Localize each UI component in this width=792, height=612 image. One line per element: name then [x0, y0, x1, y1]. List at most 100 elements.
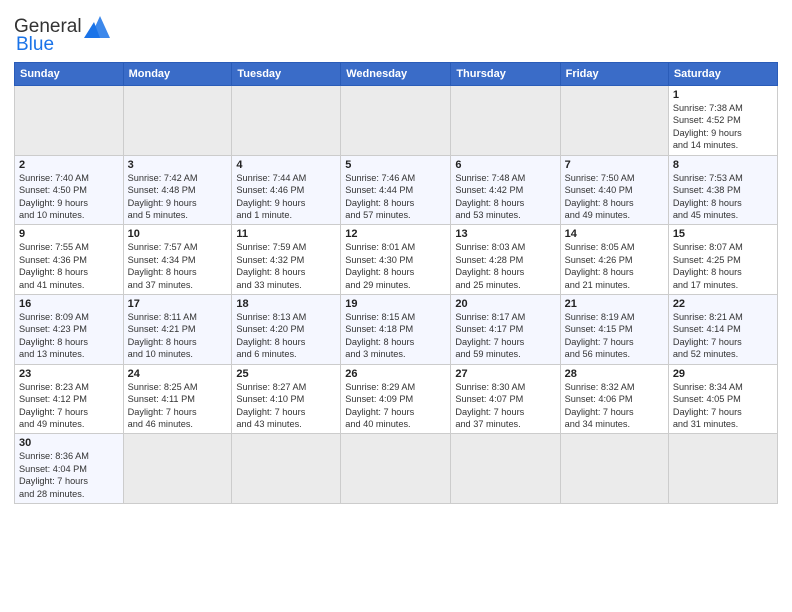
- day-info: Sunrise: 8:15 AM Sunset: 4:18 PM Dayligh…: [345, 311, 446, 361]
- calendar-cell: [232, 434, 341, 504]
- day-number: 16: [19, 298, 119, 310]
- day-number: 8: [673, 159, 773, 171]
- calendar-cell: 30Sunrise: 8:36 AM Sunset: 4:04 PM Dayli…: [15, 434, 124, 504]
- day-info: Sunrise: 7:38 AM Sunset: 4:52 PM Dayligh…: [673, 102, 773, 152]
- calendar-cell: 21Sunrise: 8:19 AM Sunset: 4:15 PM Dayli…: [560, 295, 668, 365]
- calendar-cell: 29Sunrise: 8:34 AM Sunset: 4:05 PM Dayli…: [668, 364, 777, 434]
- calendar-cell: 11Sunrise: 7:59 AM Sunset: 4:32 PM Dayli…: [232, 225, 341, 295]
- day-info: Sunrise: 8:19 AM Sunset: 4:15 PM Dayligh…: [565, 311, 664, 361]
- weekday-header-friday: Friday: [560, 63, 668, 86]
- day-number: 29: [673, 368, 773, 380]
- day-info: Sunrise: 8:11 AM Sunset: 4:21 PM Dayligh…: [128, 311, 228, 361]
- calendar-cell: 15Sunrise: 8:07 AM Sunset: 4:25 PM Dayli…: [668, 225, 777, 295]
- day-number: 5: [345, 159, 446, 171]
- calendar-week-6: 30Sunrise: 8:36 AM Sunset: 4:04 PM Dayli…: [15, 434, 778, 504]
- calendar-cell: 14Sunrise: 8:05 AM Sunset: 4:26 PM Dayli…: [560, 225, 668, 295]
- weekday-header-row: SundayMondayTuesdayWednesdayThursdayFrid…: [15, 63, 778, 86]
- day-number: 6: [455, 159, 555, 171]
- calendar-cell: [668, 434, 777, 504]
- day-number: 19: [345, 298, 446, 310]
- calendar-week-2: 2Sunrise: 7:40 AM Sunset: 4:50 PM Daylig…: [15, 155, 778, 225]
- calendar-cell: [341, 434, 451, 504]
- day-number: 26: [345, 368, 446, 380]
- calendar-week-5: 23Sunrise: 8:23 AM Sunset: 4:12 PM Dayli…: [15, 364, 778, 434]
- day-number: 24: [128, 368, 228, 380]
- day-info: Sunrise: 8:07 AM Sunset: 4:25 PM Dayligh…: [673, 241, 773, 291]
- day-number: 22: [673, 298, 773, 310]
- calendar-cell: [123, 86, 232, 156]
- calendar-cell: 26Sunrise: 8:29 AM Sunset: 4:09 PM Dayli…: [341, 364, 451, 434]
- calendar-cell: 23Sunrise: 8:23 AM Sunset: 4:12 PM Dayli…: [15, 364, 124, 434]
- day-info: Sunrise: 7:40 AM Sunset: 4:50 PM Dayligh…: [19, 172, 119, 222]
- day-info: Sunrise: 7:48 AM Sunset: 4:42 PM Dayligh…: [455, 172, 555, 222]
- day-info: Sunrise: 8:29 AM Sunset: 4:09 PM Dayligh…: [345, 381, 446, 431]
- calendar-cell: 28Sunrise: 8:32 AM Sunset: 4:06 PM Dayli…: [560, 364, 668, 434]
- calendar-cell: 2Sunrise: 7:40 AM Sunset: 4:50 PM Daylig…: [15, 155, 124, 225]
- calendar-cell: 25Sunrise: 8:27 AM Sunset: 4:10 PM Dayli…: [232, 364, 341, 434]
- day-info: Sunrise: 7:44 AM Sunset: 4:46 PM Dayligh…: [236, 172, 336, 222]
- calendar-cell: 3Sunrise: 7:42 AM Sunset: 4:48 PM Daylig…: [123, 155, 232, 225]
- calendar-cell: [451, 434, 560, 504]
- day-info: Sunrise: 8:36 AM Sunset: 4:04 PM Dayligh…: [19, 450, 119, 500]
- day-number: 28: [565, 368, 664, 380]
- day-number: 25: [236, 368, 336, 380]
- calendar-cell: 22Sunrise: 8:21 AM Sunset: 4:14 PM Dayli…: [668, 295, 777, 365]
- day-info: Sunrise: 7:57 AM Sunset: 4:34 PM Dayligh…: [128, 241, 228, 291]
- day-info: Sunrise: 7:53 AM Sunset: 4:38 PM Dayligh…: [673, 172, 773, 222]
- day-number: 1: [673, 89, 773, 101]
- weekday-header-saturday: Saturday: [668, 63, 777, 86]
- day-number: 21: [565, 298, 664, 310]
- day-info: Sunrise: 8:34 AM Sunset: 4:05 PM Dayligh…: [673, 381, 773, 431]
- weekday-header-monday: Monday: [123, 63, 232, 86]
- calendar-cell: [232, 86, 341, 156]
- day-number: 13: [455, 228, 555, 240]
- logo-blue-text: Blue: [16, 34, 54, 56]
- calendar-body: 1Sunrise: 7:38 AM Sunset: 4:52 PM Daylig…: [15, 86, 778, 504]
- day-info: Sunrise: 8:05 AM Sunset: 4:26 PM Dayligh…: [565, 241, 664, 291]
- day-info: Sunrise: 8:21 AM Sunset: 4:14 PM Dayligh…: [673, 311, 773, 361]
- calendar-week-3: 9Sunrise: 7:55 AM Sunset: 4:36 PM Daylig…: [15, 225, 778, 295]
- day-number: 3: [128, 159, 228, 171]
- day-number: 20: [455, 298, 555, 310]
- calendar-cell: [451, 86, 560, 156]
- day-info: Sunrise: 7:42 AM Sunset: 4:48 PM Dayligh…: [128, 172, 228, 222]
- calendar-cell: 18Sunrise: 8:13 AM Sunset: 4:20 PM Dayli…: [232, 295, 341, 365]
- calendar-cell: 13Sunrise: 8:03 AM Sunset: 4:28 PM Dayli…: [451, 225, 560, 295]
- day-info: Sunrise: 8:32 AM Sunset: 4:06 PM Dayligh…: [565, 381, 664, 431]
- day-number: 17: [128, 298, 228, 310]
- day-number: 7: [565, 159, 664, 171]
- day-info: Sunrise: 8:30 AM Sunset: 4:07 PM Dayligh…: [455, 381, 555, 431]
- day-info: Sunrise: 8:01 AM Sunset: 4:30 PM Dayligh…: [345, 241, 446, 291]
- calendar-header: SundayMondayTuesdayWednesdayThursdayFrid…: [15, 63, 778, 86]
- day-number: 9: [19, 228, 119, 240]
- day-info: Sunrise: 7:55 AM Sunset: 4:36 PM Dayligh…: [19, 241, 119, 291]
- calendar-cell: 20Sunrise: 8:17 AM Sunset: 4:17 PM Dayli…: [451, 295, 560, 365]
- day-info: Sunrise: 8:27 AM Sunset: 4:10 PM Dayligh…: [236, 381, 336, 431]
- calendar-cell: 9Sunrise: 7:55 AM Sunset: 4:36 PM Daylig…: [15, 225, 124, 295]
- calendar-cell: 7Sunrise: 7:50 AM Sunset: 4:40 PM Daylig…: [560, 155, 668, 225]
- day-number: 4: [236, 159, 336, 171]
- weekday-header-tuesday: Tuesday: [232, 63, 341, 86]
- day-info: Sunrise: 8:09 AM Sunset: 4:23 PM Dayligh…: [19, 311, 119, 361]
- day-info: Sunrise: 8:25 AM Sunset: 4:11 PM Dayligh…: [128, 381, 228, 431]
- calendar-cell: 1Sunrise: 7:38 AM Sunset: 4:52 PM Daylig…: [668, 86, 777, 156]
- day-info: Sunrise: 8:03 AM Sunset: 4:28 PM Dayligh…: [455, 241, 555, 291]
- day-number: 30: [19, 437, 119, 449]
- calendar-cell: 4Sunrise: 7:44 AM Sunset: 4:46 PM Daylig…: [232, 155, 341, 225]
- calendar-cell: [560, 86, 668, 156]
- calendar-cell: [341, 86, 451, 156]
- weekday-header-sunday: Sunday: [15, 63, 124, 86]
- calendar-cell: 27Sunrise: 8:30 AM Sunset: 4:07 PM Dayli…: [451, 364, 560, 434]
- calendar-cell: [123, 434, 232, 504]
- calendar-cell: 6Sunrise: 7:48 AM Sunset: 4:42 PM Daylig…: [451, 155, 560, 225]
- weekday-header-thursday: Thursday: [451, 63, 560, 86]
- header: General Blue: [14, 10, 778, 56]
- day-number: 27: [455, 368, 555, 380]
- day-info: Sunrise: 7:46 AM Sunset: 4:44 PM Dayligh…: [345, 172, 446, 222]
- calendar-cell: 17Sunrise: 8:11 AM Sunset: 4:21 PM Dayli…: [123, 295, 232, 365]
- calendar-cell: 8Sunrise: 7:53 AM Sunset: 4:38 PM Daylig…: [668, 155, 777, 225]
- day-info: Sunrise: 8:17 AM Sunset: 4:17 PM Dayligh…: [455, 311, 555, 361]
- day-number: 2: [19, 159, 119, 171]
- calendar-week-4: 16Sunrise: 8:09 AM Sunset: 4:23 PM Dayli…: [15, 295, 778, 365]
- day-info: Sunrise: 7:50 AM Sunset: 4:40 PM Dayligh…: [565, 172, 664, 222]
